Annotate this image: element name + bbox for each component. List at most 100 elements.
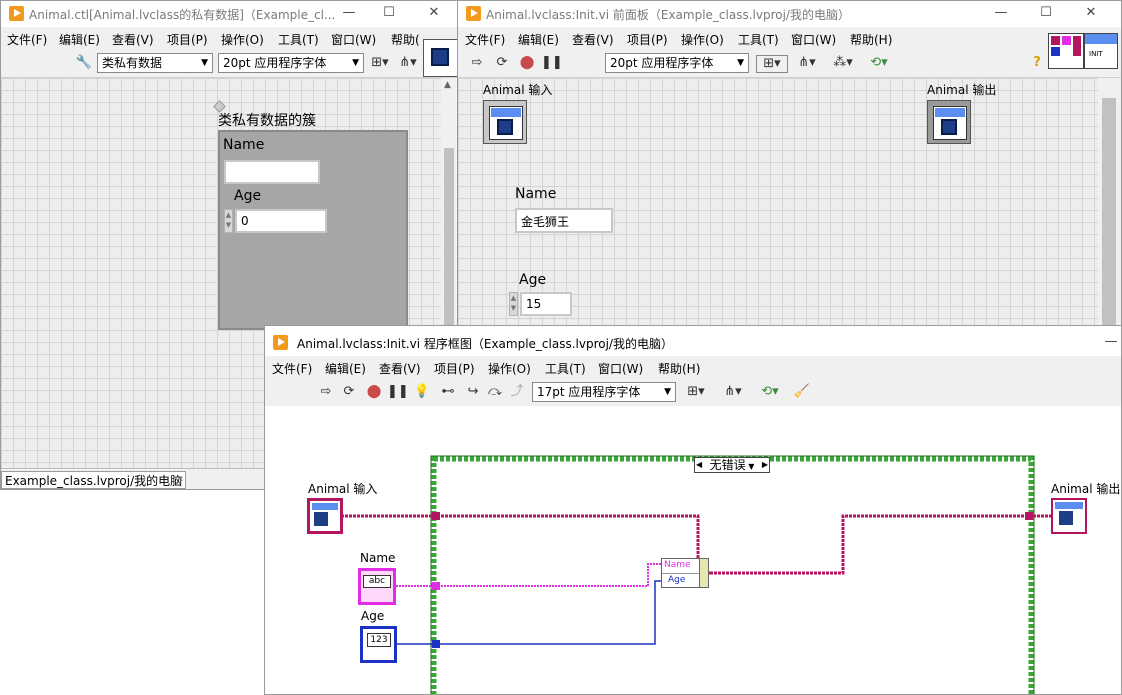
fp-canvas[interactable]: Animal 输入 Animal 输出 Name 金毛狮王 Age ▲ ▼ 15 [458,78,1098,329]
private-data-cluster[interactable]: Name Age ▲ ▼ 0 [218,130,408,330]
age-spinner[interactable]: ▲ ▼ [224,209,233,233]
bd-canvas[interactable]: ◀ 无错误 ▼ ▶ Animal 输入 Name abc Age 123 Nam… [265,406,1121,695]
bundle-item-age: Age [668,575,686,585]
fp-scroll-thumb[interactable] [1102,98,1116,328]
menu-file[interactable]: 文件(F) [465,31,505,48]
vi-icon: INIT [1084,33,1118,69]
menu-project[interactable]: 项目(P) [167,31,208,48]
name-field[interactable] [224,160,320,184]
case-next-icon[interactable]: ▶ [762,458,768,472]
fp-title: Animal.lvclass:Init.vi 前面板（Example_class… [486,8,850,22]
menu-view[interactable]: 查看(V) [572,31,614,48]
tunnel-numeric[interactable] [432,640,440,648]
minimize-icon[interactable]: — [993,5,1009,21]
font-dropdown[interactable]: 20pt 应用程序字体 ▼ [218,53,364,73]
menu-tools[interactable]: 工具(T) [278,31,319,48]
menu-file[interactable]: 文件(F) [272,360,312,377]
run-arrow-icon[interactable]: ⇨ [317,384,335,400]
fp-scrollbar[interactable] [1098,78,1121,329]
menu-view[interactable]: 查看(V) [379,360,421,377]
menu-edit[interactable]: 编辑(E) [518,31,559,48]
distribute-icon[interactable]: ⋔▾ [720,384,746,400]
distribute-icon[interactable]: ⋔▾ [399,55,417,71]
case-prev-icon[interactable]: ◀ [696,458,702,472]
menu-file[interactable]: 文件(F) [7,31,47,48]
run-continuously-icon[interactable]: ⟳ [340,384,358,400]
wrench-icon[interactable]: 🔧 [75,55,93,71]
animal-in-terminal[interactable] [307,498,343,534]
bd-toolbar: ⇨ ⟳ ⬤ ❚❚ 💡 ⊷ ↪ ⤼ ⤴ 17pt 应用程序字体 ▼ ⊞▾ ⋔▾ ⟲▾… [265,378,1121,407]
menu-operate[interactable]: 操作(O) [681,31,724,48]
age-spinner[interactable]: ▲ ▼ [509,292,518,316]
fp-titlebar[interactable]: Animal.lvclass:Init.vi 前面板（Example_class… [458,1,1121,27]
abort-icon[interactable]: ⬤ [518,55,536,71]
tunnel-class-in[interactable] [432,512,440,520]
age-terminal[interactable]: 123 [360,626,397,663]
name-control[interactable]: 金毛狮王 [515,208,613,233]
font-dropdown[interactable]: 20pt 应用程序字体 ▼ [605,53,749,73]
highlight-execution-icon[interactable]: 💡 [413,384,431,400]
age-field[interactable]: 0 [235,209,327,233]
case-selector[interactable]: ◀ 无错误 ▼ ▶ [694,457,770,473]
maximize-icon[interactable]: ☐ [381,5,397,21]
step-into-icon[interactable]: ↪ [464,384,482,400]
menu-window[interactable]: 窗口(W) [791,31,836,48]
animal-in-control[interactable] [483,100,527,144]
close-icon[interactable]: ✕ [426,5,442,21]
align-icon[interactable]: ⊞▾ [683,384,709,400]
menu-tools[interactable]: 工具(T) [545,360,586,377]
resize-icon[interactable]: ⁂▾ [830,55,856,71]
abort-icon[interactable]: ⬤ [365,384,383,400]
menu-window[interactable]: 窗口(W) [598,360,643,377]
step-out-icon[interactable]: ⤴ [508,384,526,400]
ctl-scroll-up-icon[interactable]: ▲ [444,80,454,90]
menu-operate[interactable]: 操作(O) [221,31,264,48]
run-continuously-icon[interactable]: ⟳ [493,55,511,71]
menu-edit[interactable]: 编辑(E) [325,360,366,377]
age-control[interactable]: 15 [520,292,572,316]
animal-out-label: Animal 输出 [927,83,997,97]
minimize-icon[interactable]: — [1103,334,1119,350]
scroll-left-icon[interactable]: ‹ [179,472,183,485]
font-dropdown[interactable]: 17pt 应用程序字体 ▼ [532,382,676,402]
pause-icon[interactable]: ❚❚ [541,55,563,71]
run-arrow-icon[interactable]: ⇨ [468,55,486,71]
ctl-titlebar[interactable]: Animal.ctl[Animal.lvclass的私有数据]（Example_… [1,1,457,27]
reorder-icon[interactable]: ⟲▾ [757,384,783,400]
maximize-icon[interactable]: ☐ [1038,5,1054,21]
tunnel-string[interactable] [432,582,440,590]
menu-operate[interactable]: 操作(O) [488,360,531,377]
numeric-wire[interactable] [397,580,661,645]
font-dropdown-value: 20pt 应用程序字体 [223,56,327,70]
tunnel-class-out[interactable] [1025,512,1033,520]
menu-help[interactable]: 帮助(H) [658,360,700,377]
control-type-dropdown[interactable]: 类私有数据 ▼ [97,53,213,73]
menu-project[interactable]: 项目(P) [627,31,668,48]
bundle-by-name-node[interactable]: Name Age [661,558,709,588]
align-icon[interactable]: ⊞▾ [756,55,788,73]
menu-window[interactable]: 窗口(W) [331,31,376,48]
align-icon[interactable]: ⊞▾ [371,55,389,71]
close-icon[interactable]: ✕ [1083,5,1099,21]
menu-help[interactable]: 帮助(H) [850,31,892,48]
name-term-text: abc [363,575,391,588]
step-over-icon[interactable]: ⤼ [486,384,504,400]
menu-edit[interactable]: 编辑(E) [59,31,100,48]
menu-tools[interactable]: 工具(T) [738,31,779,48]
distribute-icon[interactable]: ⋔▾ [794,55,820,71]
class-wire-out[interactable] [710,514,1051,575]
retain-wire-values-icon[interactable]: ⊷ [439,384,457,400]
pause-icon[interactable]: ❚❚ [387,384,409,400]
name-terminal[interactable]: abc [358,568,396,605]
menu-view[interactable]: 查看(V) [112,31,154,48]
bd-titlebar[interactable]: Animal.lvclass:Init.vi 程序框图（Example_clas… [265,330,1121,356]
help-icon[interactable]: ? [1028,55,1046,71]
case-structure[interactable] [431,456,1034,695]
bd-title: Animal.lvclass:Init.vi 程序框图（Example_clas… [297,337,673,351]
reorder-icon[interactable]: ⟲▾ [866,55,892,71]
menu-project[interactable]: 项目(P) [434,360,475,377]
minimize-icon[interactable]: — [341,5,357,21]
clean-up-icon[interactable]: 🧹 [793,384,811,400]
status-path: Example_class.lvproj/我的电脑 [1,471,187,489]
menu-help[interactable]: 帮助( [391,31,420,48]
